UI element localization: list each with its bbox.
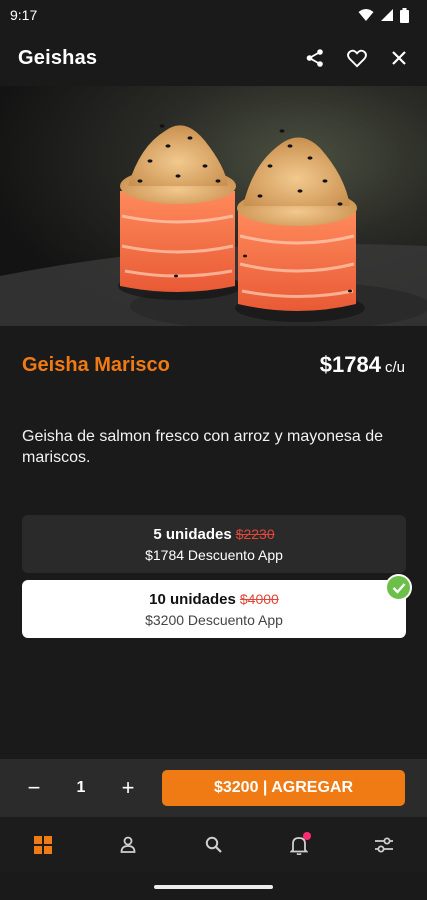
option-old-price: $2230 [235,525,275,542]
price-unit: c/u [384,359,405,376]
add-to-cart-button[interactable]: $3200 | AGREGAR [162,770,405,806]
product-name: Geisha Marisco [22,353,170,376]
nav-search[interactable] [193,825,233,865]
nav-notifications[interactable] [279,825,319,865]
notification-dot [302,831,311,840]
decrease-quantity-button[interactable]: − [22,775,46,800]
signal-icon [381,9,393,21]
battery-icon [400,7,409,23]
status-time: 9:17 [10,7,38,23]
bottom-navigation [0,817,427,872]
option-title: 10 unidades $4000 [149,591,279,608]
quantity-stepper: − 1 + [22,775,140,800]
share-button[interactable] [305,48,325,68]
nav-settings[interactable] [364,825,404,865]
option-units: 10 unidades [149,590,236,608]
app-bar: Geishas [0,30,427,86]
wifi-icon [358,9,374,21]
product-header: Geisha Marisco $1784 c/u [22,352,405,378]
sushi-illustration [0,124,427,326]
filters-icon [375,837,394,852]
grid-icon [33,835,52,854]
close-icon [392,51,406,65]
nav-profile[interactable] [108,825,148,865]
heart-icon [347,49,367,67]
status-bar: 9:17 [0,0,427,30]
selected-check-badge [385,574,412,601]
product-price: $1784 [319,352,381,377]
increase-quantity-button[interactable]: + [116,775,140,800]
home-gesture-handle[interactable] [154,885,273,889]
search-icon [205,836,222,853]
add-to-cart-bar: − 1 + $3200 | AGREGAR [0,759,427,817]
product-price-group: $1784 c/u [320,352,405,378]
product-description: Geisha de salmon fresco con arroz y mayo… [22,428,384,466]
nav-home[interactable] [23,825,63,865]
quantity-value: 1 [76,779,86,796]
page-title: Geishas [18,46,98,69]
product-image [0,86,427,326]
option-discount-price: $3200 Descuento App [145,611,283,628]
option-old-price: $4000 [239,590,279,607]
user-icon [120,836,136,853]
option-10-unidades[interactable]: 10 unidades $4000 $3200 Descuento App [22,580,406,638]
favorite-button[interactable] [347,48,367,68]
option-5-unidades[interactable]: 5 unidades $2230 $1784 Descuento App [22,515,406,573]
share-icon [306,49,323,67]
option-units: 5 unidades [153,525,232,543]
check-icon [392,582,405,594]
option-discount-price: $1784 Descuento App [145,546,283,563]
status-icons [358,7,409,23]
option-title: 5 unidades $2230 [153,526,274,543]
gesture-bar [0,872,427,900]
app-bar-actions [305,48,409,68]
close-button[interactable] [389,48,409,68]
